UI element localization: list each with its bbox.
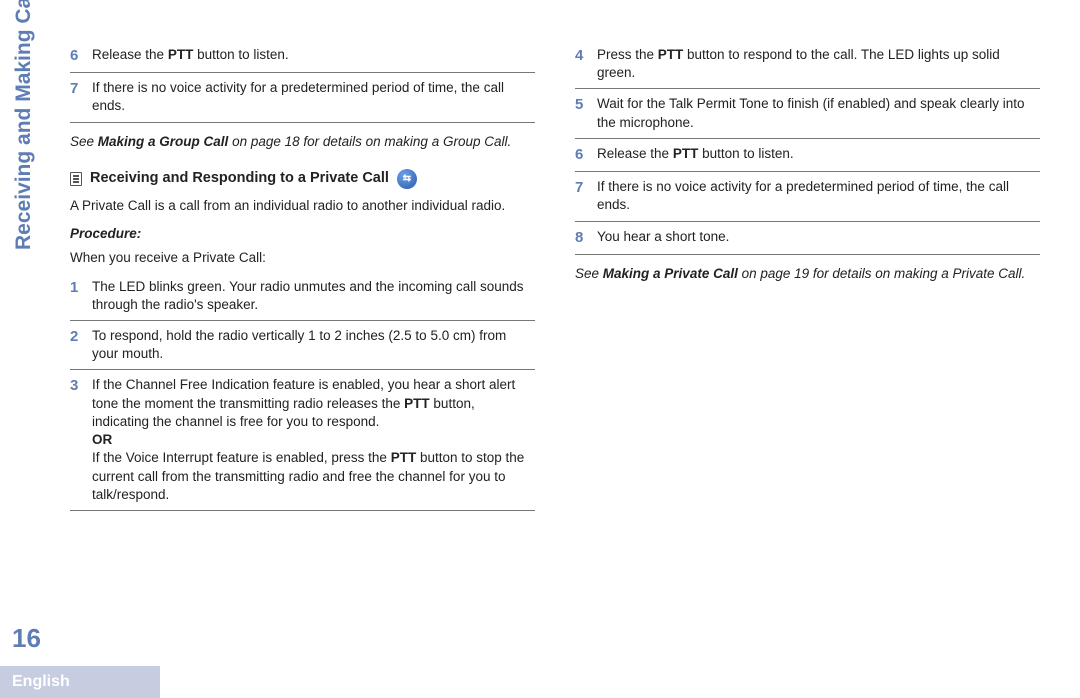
step-number: 7	[575, 178, 597, 214]
step-row: 5Wait for the Talk Permit Tone to finish…	[575, 89, 1040, 138]
step-number: 6	[575, 145, 597, 165]
step-body: The LED blinks green. Your radio unmutes…	[92, 278, 535, 314]
pre-steps-list: 6Release the PTT button to listen.7If th…	[70, 40, 535, 123]
step-number: 6	[70, 46, 92, 66]
step-body: Wait for the Talk Permit Tone to finish …	[597, 95, 1040, 131]
content-columns: 6Release the PTT button to listen.7If th…	[70, 40, 1040, 511]
step-body: You hear a short tone.	[597, 228, 1040, 248]
bold-reference: Making a Private Call	[603, 266, 738, 281]
step-row: 6Release the PTT button to listen.	[575, 139, 1040, 172]
step-row: 7If there is no voice activity for a pre…	[70, 73, 535, 122]
group-call-note: See Making a Group Call on page 18 for d…	[70, 133, 535, 151]
intro2-paragraph: When you receive a Private Call:	[70, 249, 535, 267]
step-row: 2To respond, hold the radio vertically 1…	[70, 321, 535, 370]
step-body: If the Channel Free Indication feature i…	[92, 376, 535, 504]
bold-term: PTT	[658, 47, 684, 62]
step-number: 4	[575, 46, 597, 82]
step-body: If there is no voice activity for a pred…	[597, 178, 1040, 214]
left-column: 6Release the PTT button to listen.7If th…	[70, 40, 535, 511]
footer-language: English	[0, 666, 160, 698]
step-number: 8	[575, 228, 597, 248]
step-row: 7If there is no voice activity for a pre…	[575, 172, 1040, 221]
intro-paragraph: A Private Call is a call from an individ…	[70, 197, 535, 215]
step-body: Release the PTT button to listen.	[92, 46, 535, 66]
private-call-note: See Making a Private Call on page 19 for…	[575, 265, 1040, 283]
step-number: 2	[70, 327, 92, 363]
left-steps-list: 1The LED blinks green. Your radio unmute…	[70, 272, 535, 511]
document-icon	[70, 172, 82, 186]
step-body: Release the PTT button to listen.	[597, 145, 1040, 165]
page: Receiving and Making Calls 16 English 6R…	[0, 0, 1080, 698]
sidebar-section-title: Receiving and Making Calls	[12, 0, 36, 250]
step-body: To respond, hold the radio vertically 1 …	[92, 327, 535, 363]
bold-term: PTT	[404, 396, 430, 411]
right-column: 4Press the PTT button to respond to the …	[575, 40, 1040, 511]
step-body: If there is no voice activity for a pred…	[92, 79, 535, 115]
bold-term: PTT	[168, 47, 194, 62]
subheading-title: Receiving and Responding to a Private Ca…	[90, 169, 389, 189]
bold-term: PTT	[391, 450, 417, 465]
step-row: 8You hear a short tone.	[575, 222, 1040, 255]
step-number: 7	[70, 79, 92, 115]
step-number: 5	[575, 95, 597, 131]
step-row: 3If the Channel Free Indication feature …	[70, 370, 535, 511]
step-body: Press the PTT button to respond to the c…	[597, 46, 1040, 82]
step-number: 1	[70, 278, 92, 314]
procedure-label: Procedure:	[70, 225, 535, 243]
or-label: OR	[92, 432, 112, 447]
bold-reference: Making a Group Call	[98, 134, 229, 149]
step-row: 4Press the PTT button to respond to the …	[575, 40, 1040, 89]
step-row: 1The LED blinks green. Your radio unmute…	[70, 272, 535, 321]
page-number: 16	[12, 623, 41, 654]
subheading-row: Receiving and Responding to a Private Ca…	[70, 169, 535, 189]
bold-term: PTT	[673, 146, 699, 161]
step-row: 6Release the PTT button to listen.	[70, 40, 535, 73]
private-call-icon: ⇆	[397, 169, 417, 189]
step-number: 3	[70, 376, 92, 504]
right-steps-list: 4Press the PTT button to respond to the …	[575, 40, 1040, 255]
